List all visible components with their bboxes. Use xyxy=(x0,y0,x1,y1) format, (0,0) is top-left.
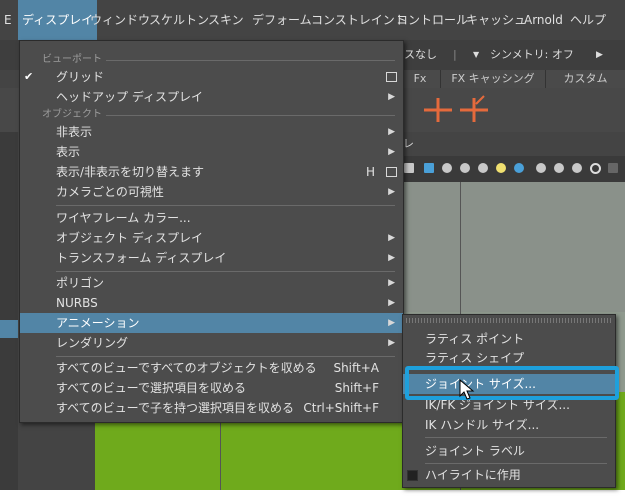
menu-windows[interactable]: ウィンドウ xyxy=(86,0,154,40)
menu-help[interactable]: ヘルプ xyxy=(566,0,610,40)
submenu-item-joint-labels[interactable]: ジョイント ラベル xyxy=(403,441,615,461)
menu-item-hud[interactable]: ヘッドアップ ディスプレイ ▶ xyxy=(20,87,403,107)
menu-item-hide[interactable]: 非表示 ▶ xyxy=(20,122,403,142)
shortcut-label: Ctrl+Shift+F xyxy=(303,401,379,415)
display-menu: ビューポート ✔ グリッド ヘッドアップ ディスプレイ ▶ オブジェクト 非表示… xyxy=(19,40,404,423)
option-box-icon[interactable] xyxy=(386,167,397,177)
shading-icon[interactable] xyxy=(404,163,414,173)
symmetry-prefix: スなし xyxy=(404,48,437,61)
panel-menu-fragment[interactable]: レ xyxy=(403,135,414,151)
section-object: オブジェクト xyxy=(20,108,403,122)
check-icon: ✔ xyxy=(24,70,34,83)
menu-item-toggle-show-hide[interactable]: 表示/非表示を切り替えます H xyxy=(20,162,403,182)
menu-deform[interactable]: デフォーム xyxy=(248,0,316,40)
submenu-item-lattice-shape[interactable]: ラティス シェイプ xyxy=(403,348,615,368)
menu-item-polygon[interactable]: ポリゴン ▶ xyxy=(20,273,403,293)
menu-skeleton[interactable]: スケルトン xyxy=(145,0,213,40)
expand-right-icon[interactable]: ▶ xyxy=(596,46,603,64)
outliner-selected-row[interactable] xyxy=(0,320,18,338)
menu-skin[interactable]: スキン xyxy=(204,0,248,40)
viewport-toolbar xyxy=(400,156,625,182)
symmetry-dropdown[interactable]: シンメトリ: オフ xyxy=(490,46,574,64)
viewport-panel-menu: レ xyxy=(400,132,625,154)
tab-custom[interactable]: カスタム xyxy=(546,70,625,88)
menu-item-object-display[interactable]: オブジェクト ディスプレイ ▶ xyxy=(20,228,403,248)
tab-fx[interactable]: Fx xyxy=(400,70,441,88)
submenu-arrow-icon: ▶ xyxy=(388,278,395,288)
menu-item-nurbs[interactable]: NURBS ▶ xyxy=(20,293,403,313)
outliner-strip xyxy=(0,132,18,490)
wireframe-on-shaded-icon[interactable] xyxy=(442,163,452,173)
divider-icon: | xyxy=(453,48,457,61)
menu-divider xyxy=(56,356,395,357)
section-viewport: ビューポート xyxy=(20,53,403,67)
submenu-arrow-icon: ▶ xyxy=(388,298,395,308)
submenu-arrow-icon: ▶ xyxy=(388,147,395,157)
menu-item-show[interactable]: 表示 ▶ xyxy=(20,142,403,162)
shelf-tabs: Fx FX キャッシング カスタム xyxy=(400,70,625,88)
animation-submenu: ラティス ポイント ラティス シェイプ ジョイント サイズ... IK/FK ジ… xyxy=(402,314,616,488)
mouse-cursor-icon xyxy=(459,379,475,400)
shortcut-label: Shift+F xyxy=(334,381,379,395)
menu-item-camera-visibility[interactable]: カメラごとの可視性 ▶ xyxy=(20,182,403,202)
antialias-icon[interactable] xyxy=(572,163,582,173)
submenu-arrow-icon: ▶ xyxy=(388,318,395,328)
lights-icon[interactable] xyxy=(478,163,488,173)
submenu-arrow-icon: ▶ xyxy=(388,338,395,348)
joint-tools-icon[interactable] xyxy=(422,94,492,126)
shortcut-label: Shift+A xyxy=(333,361,379,375)
menu-item-frame-selected[interactable]: すべてのビューで選択項目を収める Shift+F xyxy=(20,378,403,398)
xray-icon[interactable] xyxy=(608,163,618,173)
ambient-occlusion-icon[interactable] xyxy=(536,163,546,173)
submenu-arrow-icon: ▶ xyxy=(388,127,395,137)
menu-item-transform-display[interactable]: トランスフォーム ディスプレイ ▶ xyxy=(20,248,403,268)
shortcut-label: H xyxy=(365,165,375,179)
smooth-shade-icon[interactable] xyxy=(424,163,434,173)
option-box-icon[interactable] xyxy=(386,72,397,82)
submenu-arrow-icon: ▶ xyxy=(388,187,395,197)
menu-divider xyxy=(425,437,607,438)
menu-divider xyxy=(56,271,395,272)
submenu-arrow-icon: ▶ xyxy=(388,233,395,243)
menu-arnold[interactable]: Arnold xyxy=(520,0,567,40)
dropdown-arrow-icon[interactable]: ▼ xyxy=(473,46,479,64)
submenu-arrow-icon: ▶ xyxy=(388,253,395,263)
menu-divider xyxy=(425,463,607,464)
menu-item-frame-all[interactable]: すべてのビューですべてのオブジェクトを収める Shift+A xyxy=(20,358,403,378)
checkbox[interactable] xyxy=(407,470,418,481)
menu-item-wireframe-color[interactable]: ワイヤフレーム カラー... xyxy=(20,208,403,228)
motion-blur-icon[interactable] xyxy=(554,163,564,173)
menu-control[interactable]: コントロール xyxy=(392,0,472,40)
submenu-arrow-icon: ▶ xyxy=(388,92,395,102)
tab-fx-caching[interactable]: FX キャッシング xyxy=(441,70,546,88)
menu-item-rendering[interactable]: レンダリング ▶ xyxy=(20,333,403,353)
highlight-callout xyxy=(405,366,619,400)
menu-edit-fragment[interactable]: E xyxy=(0,0,16,40)
menu-item-frame-selected-with-children[interactable]: すべてのビューで子を持つ選択項目を収める Ctrl+Shift+F xyxy=(20,398,403,418)
use-lights-icon[interactable] xyxy=(496,163,506,173)
menu-item-grid[interactable]: ✔ グリッド xyxy=(20,67,403,87)
menu-divider xyxy=(56,205,395,206)
submenu-item-lattice-points[interactable]: ラティス ポイント xyxy=(403,329,615,349)
shadows-icon[interactable] xyxy=(514,163,524,173)
menu-bar: E ディスプレイ ウィンドウ スケルトン スキン デフォーム コンストレイント … xyxy=(0,0,625,40)
viewport-background xyxy=(400,182,625,312)
tear-off-handle[interactable] xyxy=(406,318,612,323)
isolate-icon[interactable] xyxy=(590,163,601,174)
menu-item-animation[interactable]: アニメーション ▶ xyxy=(20,313,403,333)
submenu-item-ik-handle-size[interactable]: IK ハンドル サイズ... xyxy=(403,415,615,435)
textured-icon[interactable] xyxy=(460,163,470,173)
submenu-item-highlight-affect[interactable]: ハイライトに作用 xyxy=(403,465,615,485)
